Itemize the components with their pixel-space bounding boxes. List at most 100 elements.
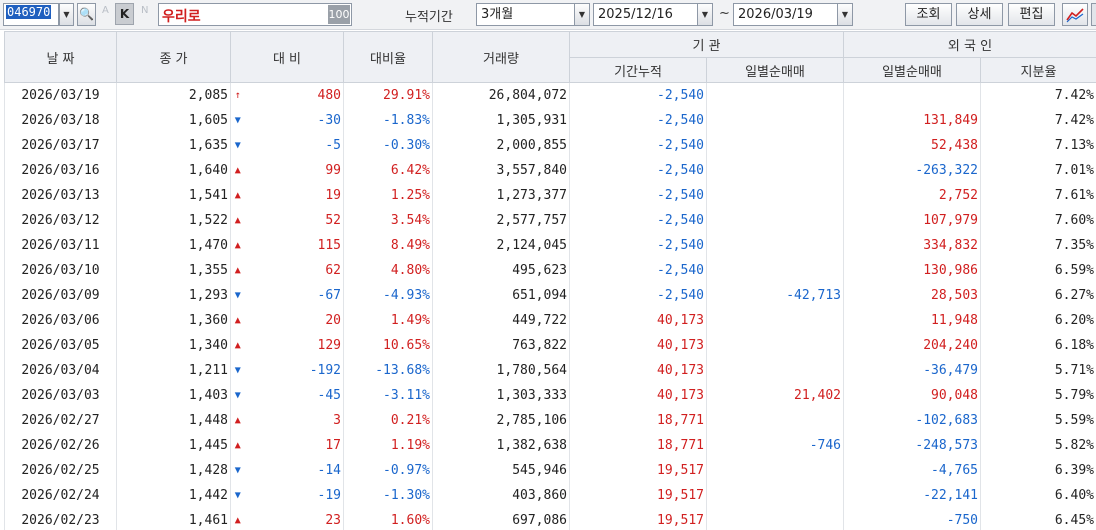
period-label: 누적기간 [405, 10, 453, 25]
cell-foreign-daily: 130,986 [843, 257, 981, 283]
chevron-down-icon[interactable]: ▼ [697, 4, 712, 25]
chevron-down-icon[interactable]: ▼ [837, 4, 852, 25]
table-row[interactable]: 2026/02/26 1,445 ▲ 17 1.19% 1,382,638 18,771 -7… [4, 432, 1096, 458]
col-header-change[interactable]: 대 비 [230, 31, 344, 83]
table-body: 2026/03/19 2,085 ↑ 480 29.91% 26,804,072 -2,54… [4, 82, 1096, 530]
table-row[interactable]: 2026/03/03 1,403 ▼ -45 -3.11% 1,303,333 40,173… [4, 382, 1096, 408]
cell-change: 17 [244, 432, 344, 458]
cell-inst-daily [706, 132, 844, 158]
table-row[interactable]: 2026/03/10 1,355 ▲ 62 4.80% 495,623 -2,540 130,… [4, 257, 1096, 283]
cell-volume: 1,303,333 [432, 382, 570, 408]
col-header-institution[interactable]: 기 관 [569, 31, 844, 58]
triangle-down-icon: ▼ [230, 457, 245, 483]
cell-foreign-daily: 204,240 [843, 332, 981, 358]
table-row[interactable]: 2026/03/12 1,522 ▲ 52 3.54% 2,577,757 -2,540 10… [4, 207, 1096, 233]
search-icon[interactable]: 🔍 [77, 3, 96, 26]
cell-change-rate: -0.97% [343, 457, 433, 483]
col-header-foreign[interactable]: 외 국 인 [843, 31, 1096, 58]
cell-change-rate: 8.49% [343, 232, 433, 258]
cell-close: 1,442 [116, 482, 231, 508]
table-row[interactable]: 2026/02/23 1,461 ▲ 23 1.60% 697,086 19,517 -750… [4, 507, 1096, 530]
cell-change: -5 [244, 132, 344, 158]
stock-name-field[interactable]: 우리로 100 [158, 3, 352, 26]
cell-inst-daily [706, 482, 844, 508]
cell-inst-cum: -2,540 [569, 232, 707, 258]
market-a-toggle[interactable]: A [102, 5, 109, 16]
col-header-inst-daily[interactable]: 일별순매매 [706, 57, 844, 83]
cell-volume: 2,785,106 [432, 407, 570, 433]
table-row[interactable]: 2026/02/24 1,442 ▼ -19 -1.30% 403,860 19,517 -2… [4, 482, 1096, 508]
stock-code-input[interactable]: 046970 [3, 3, 59, 26]
chevron-down-icon[interactable]: ▼ [574, 4, 589, 25]
cell-volume: 1,780,564 [432, 357, 570, 383]
col-header-volume[interactable]: 거래량 [432, 31, 570, 83]
cell-inst-cum: -2,540 [569, 82, 707, 108]
cell-foreign-ratio: 7.01% [980, 157, 1096, 183]
cell-change: 129 [244, 332, 344, 358]
cell-inst-daily [706, 207, 844, 233]
cell-foreign-daily: 90,048 [843, 382, 981, 408]
table-row[interactable]: 2026/03/04 1,211 ▼ -192 -13.68% 1,780,564 40,1… [4, 357, 1096, 383]
table-row[interactable]: 2026/02/25 1,428 ▼ -14 -0.97% 545,946 19,517 -4… [4, 457, 1096, 483]
col-header-foreign-ratio[interactable]: 지분율 [980, 57, 1096, 83]
cell-change: -45 [244, 382, 344, 408]
cell-volume: 2,124,045 [432, 232, 570, 258]
cell-inst-daily [706, 507, 844, 530]
cell-foreign-ratio: 7.60% [980, 207, 1096, 233]
cell-change-rate: -1.30% [343, 482, 433, 508]
cell-foreign-ratio: 5.82% [980, 432, 1096, 458]
code-dropdown-button[interactable]: ▼ [59, 3, 74, 26]
cell-change-rate: 1.49% [343, 307, 433, 333]
cell-inst-cum: -2,540 [569, 257, 707, 283]
triangle-up-icon: ▲ [230, 257, 245, 283]
cell-change: 52 [244, 207, 344, 233]
cell-change-rate: 6.42% [343, 157, 433, 183]
table-row[interactable]: 2026/03/19 2,085 ↑ 480 29.91% 26,804,072 -2,54… [4, 82, 1096, 108]
cell-inst-daily [706, 182, 844, 208]
cell-inst-daily [706, 332, 844, 358]
market-n-toggle[interactable]: N [141, 5, 148, 16]
triangle-down-icon: ▼ [230, 132, 245, 158]
end-date-picker[interactable]: 2026/03/19 ▼ [733, 3, 853, 26]
query-button[interactable]: 조회 [905, 3, 952, 26]
table-row[interactable]: 2026/02/27 1,448 ▲ 3 0.21% 2,785,106 18,771 -10… [4, 407, 1096, 433]
chart-icon[interactable] [1062, 3, 1088, 26]
table-row[interactable]: 2026/03/17 1,635 ▼ -5 -0.30% 2,000,855 -2,540 5… [4, 132, 1096, 158]
col-header-change-rate[interactable]: 대비율 [343, 31, 433, 83]
cell-volume: 2,000,855 [432, 132, 570, 158]
cell-foreign-daily: 11,948 [843, 307, 981, 333]
cell-close: 1,211 [116, 357, 231, 383]
table-row[interactable]: 2026/03/05 1,340 ▲ 129 10.65% 763,822 40,173 20… [4, 332, 1096, 358]
table-row[interactable]: 2026/03/18 1,605 ▼ -30 -1.83% 1,305,931 -2,540… [4, 107, 1096, 133]
edit-button[interactable]: 편집 [1008, 3, 1055, 26]
cell-foreign-daily: 28,503 [843, 282, 981, 308]
col-header-inst-cum[interactable]: 기간누적 [569, 57, 707, 83]
table-row[interactable]: 2026/03/11 1,470 ▲ 115 8.49% 2,124,045 -2,540 3… [4, 232, 1096, 258]
period-select[interactable]: 3개월 ▼ [476, 3, 590, 26]
detail-button[interactable]: 상세 [956, 3, 1003, 26]
cell-foreign-daily [843, 82, 981, 108]
col-header-date[interactable]: 날 짜 [4, 31, 117, 83]
cell-foreign-ratio: 7.35% [980, 232, 1096, 258]
stock-code-text: 046970 [6, 5, 52, 19]
cell-foreign-ratio: 7.42% [980, 82, 1096, 108]
cell-change: -67 [244, 282, 344, 308]
table-row[interactable]: 2026/03/16 1,640 ▲ 99 6.42% 3,557,840 -2,540 -2… [4, 157, 1096, 183]
cell-date: 2026/02/25 [4, 457, 117, 483]
col-header-close[interactable]: 종 가 [116, 31, 231, 83]
cell-foreign-daily: -263,322 [843, 157, 981, 183]
cell-change-rate: 1.60% [343, 507, 433, 530]
cell-date: 2026/03/06 [4, 307, 117, 333]
cell-volume: 1,305,931 [432, 107, 570, 133]
table-row[interactable]: 2026/03/06 1,360 ▲ 20 1.49% 449,722 40,173 11,9… [4, 307, 1096, 333]
market-k-toggle[interactable]: K [115, 3, 134, 25]
more-button[interactable] [1091, 3, 1096, 26]
table-row[interactable]: 2026/03/13 1,541 ▲ 19 1.25% 1,273,377 -2,540 2,… [4, 182, 1096, 208]
cell-change-rate: -3.11% [343, 382, 433, 408]
table-row[interactable]: 2026/03/09 1,293 ▼ -67 -4.93% 651,094 -2,540 -4… [4, 282, 1096, 308]
col-header-foreign-daily[interactable]: 일별순매매 [843, 57, 981, 83]
cell-inst-cum: 40,173 [569, 382, 707, 408]
cell-close: 1,403 [116, 382, 231, 408]
start-date-picker[interactable]: 2025/12/16 ▼ [593, 3, 713, 26]
cell-inst-cum: -2,540 [569, 182, 707, 208]
